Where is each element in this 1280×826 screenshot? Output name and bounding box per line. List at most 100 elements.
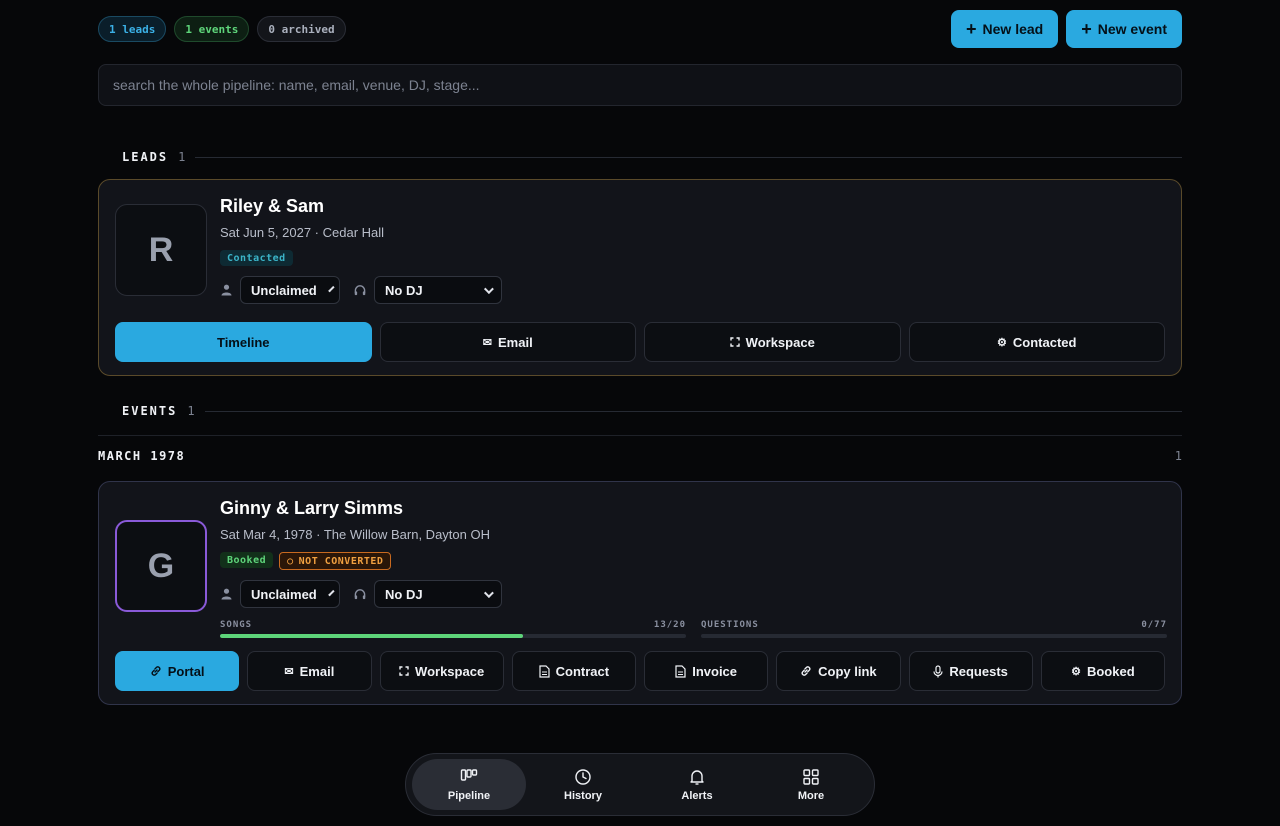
event-name: Ginny & Larry Simms — [220, 498, 404, 518]
warning-badge: ○ NOT CONVERTED — [279, 552, 392, 570]
chevron-down-icon — [327, 285, 335, 292]
songs-progress-track — [220, 634, 686, 638]
dj-select[interactable]: No DJ — [374, 580, 502, 608]
event-card[interactable]: G Ginny & Larry Simms Sat Mar 4, 1978 · … — [98, 481, 1182, 705]
timeline-button[interactable]: Timeline — [115, 322, 372, 362]
new-lead-label: New lead — [982, 21, 1044, 37]
archived-count-chip[interactable]: 0 archived — [257, 16, 346, 42]
section-divider — [195, 156, 1182, 158]
plus-icon: + — [966, 19, 977, 39]
owner-select[interactable]: Unclaimed — [240, 580, 340, 608]
chevron-down-icon — [327, 589, 335, 596]
summary-chips: 1 leads 1 events 0 archived — [98, 16, 346, 42]
questions-progress: QUESTIONS 0/77 — [701, 620, 1167, 638]
new-event-label: New event — [1097, 21, 1167, 37]
grid-icon — [803, 768, 819, 785]
plus-icon: + — [1081, 19, 1092, 39]
copy-link-label: Copy link — [818, 663, 877, 679]
avatar: G — [115, 520, 207, 612]
link-icon — [800, 665, 812, 677]
contract-label: Contract — [555, 663, 610, 679]
person-icon — [220, 283, 232, 297]
songs-progress: SONGS 13/20 — [220, 620, 686, 638]
email-button[interactable]: ✉ Email — [379, 322, 636, 362]
workspace-button[interactable]: Workspace — [379, 651, 504, 691]
top-actions: + New lead + New event — [951, 10, 1182, 48]
expand-icon — [729, 337, 740, 347]
stage-label: Booked — [1086, 663, 1135, 679]
lead-assignments: Unclaimed No DJ — [220, 276, 502, 304]
event-assignments: Unclaimed No DJ — [220, 580, 502, 608]
dj-select-value: No DJ — [385, 282, 423, 298]
owner-select-value: Unclaimed — [251, 586, 317, 602]
bottom-navigation: Pipeline History Alerts More — [405, 753, 875, 816]
nav-alerts[interactable]: Alerts — [640, 759, 754, 810]
link-icon — [150, 665, 162, 677]
headphones-icon — [354, 283, 366, 297]
pipeline-search-input[interactable] — [98, 64, 1182, 106]
songs-progress-fill — [220, 634, 523, 638]
questions-value: 0/77 — [1141, 620, 1167, 630]
month-count: 1 — [1174, 449, 1182, 463]
events-count-chip[interactable]: 1 events — [174, 16, 250, 42]
leads-section-header: LEADS 1 — [122, 150, 1182, 164]
new-lead-button[interactable]: + New lead — [951, 10, 1059, 48]
clock-icon — [575, 768, 591, 785]
contract-button[interactable]: Contract — [511, 651, 636, 691]
requests-label: Requests — [949, 663, 1008, 679]
lead-badges: Contacted — [220, 250, 502, 266]
status-badge: Booked — [220, 552, 274, 568]
lead-actions: Timeline ✉ Email Workspace ⚙ Contacted — [115, 322, 1165, 362]
stage-button[interactable]: ⚙ Contacted — [908, 322, 1165, 362]
chevron-down-icon — [483, 283, 494, 294]
lead-subtitle: Sat Jun 5, 2027 · Cedar Hall — [220, 225, 385, 240]
section-divider — [204, 410, 1182, 412]
email-button[interactable]: ✉ Email — [247, 651, 372, 691]
gear-icon: ⚙ — [997, 336, 1007, 349]
dj-select[interactable]: No DJ — [374, 276, 502, 304]
nav-history-label: History — [564, 789, 602, 802]
owner-select[interactable]: Unclaimed — [240, 276, 340, 304]
gear-icon: ⚙ — [1071, 665, 1081, 678]
timeline-label: Timeline — [216, 334, 270, 350]
new-event-button[interactable]: + New event — [1066, 10, 1182, 48]
portal-button[interactable]: Portal — [115, 651, 240, 691]
event-actions: Portal ✉ Email Workspace Contract Invoic… — [115, 651, 1165, 691]
nav-alerts-label: Alerts — [681, 789, 713, 802]
copy-link-button[interactable]: Copy link — [776, 651, 901, 691]
envelope-icon: ✉ — [482, 336, 493, 349]
nav-history[interactable]: History — [526, 759, 640, 810]
chevron-down-icon — [483, 587, 494, 598]
questions-label: QUESTIONS — [701, 620, 759, 630]
portal-label: Portal — [167, 663, 205, 679]
stage-button[interactable]: ⚙ Booked — [1040, 651, 1165, 691]
leads-section-count: 1 — [178, 150, 186, 164]
event-info: Ginny & Larry Simms Sat Mar 4, 1978 · Th… — [220, 498, 502, 608]
nav-pipeline[interactable]: Pipeline — [412, 759, 526, 810]
document-icon — [539, 664, 550, 678]
microphone-icon — [933, 664, 943, 678]
dj-select-value: No DJ — [385, 586, 423, 602]
headphones-icon — [354, 587, 366, 601]
songs-label: SONGS — [220, 620, 253, 630]
workspace-label: Workspace — [415, 663, 485, 679]
lead-card[interactable]: R Riley & Sam Sat Jun 5, 2027 · Cedar Ha… — [98, 179, 1182, 376]
events-section-count: 1 — [187, 404, 195, 418]
email-label: Email — [299, 663, 335, 679]
person-icon — [220, 587, 232, 601]
avatar: R — [115, 204, 207, 296]
events-section-title: EVENTS — [122, 404, 178, 418]
nav-more[interactable]: More — [754, 759, 868, 810]
workspace-button[interactable]: Workspace — [644, 322, 901, 362]
leads-section-title: LEADS — [122, 150, 169, 164]
bell-icon — [690, 769, 704, 785]
requests-button[interactable]: Requests — [908, 651, 1033, 691]
month-divider — [98, 435, 1182, 436]
email-label: Email — [498, 334, 533, 350]
event-badges: Booked ○ NOT CONVERTED — [220, 552, 502, 570]
pipeline-icon — [460, 768, 478, 781]
lead-name: Riley & Sam — [220, 196, 325, 216]
workspace-label: Workspace — [745, 334, 815, 350]
leads-count-chip[interactable]: 1 leads — [98, 16, 167, 42]
invoice-button[interactable]: Invoice — [644, 651, 769, 691]
